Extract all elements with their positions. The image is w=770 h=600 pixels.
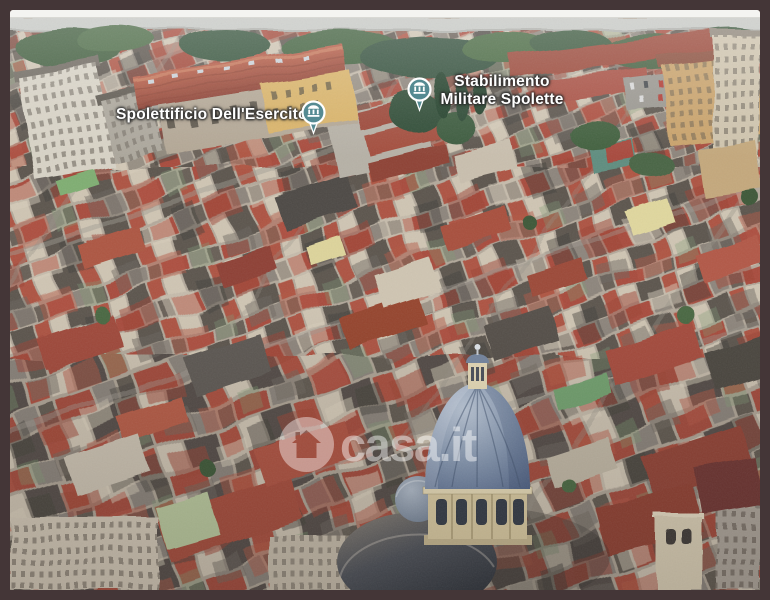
photo-top-strip bbox=[10, 10, 760, 18]
screenshot-frame: Spolettificio Dell'Esercito Stabilimento… bbox=[0, 0, 770, 600]
aerial-cityscape bbox=[10, 17, 760, 590]
aerial-map-view[interactable]: Spolettificio Dell'Esercito Stabilimento… bbox=[10, 10, 760, 590]
